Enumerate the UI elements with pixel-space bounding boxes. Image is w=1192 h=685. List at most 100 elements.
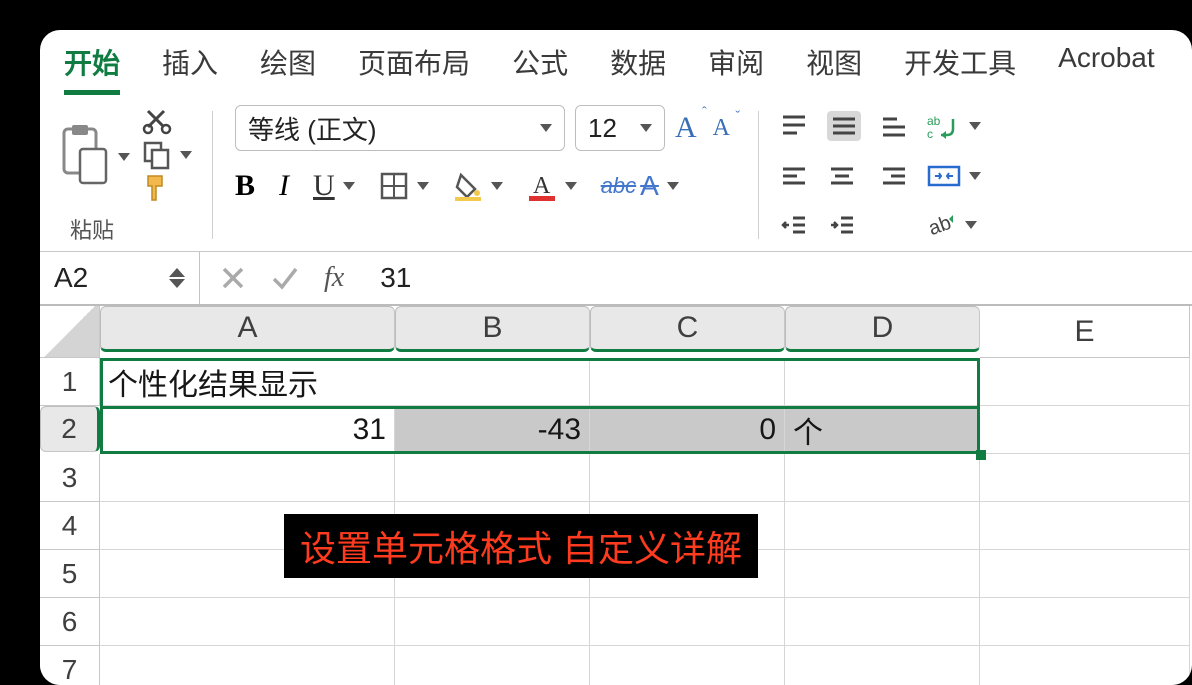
column-header-A[interactable]: A (100, 306, 395, 352)
increase-indent-button[interactable] (827, 212, 861, 238)
tab-draw[interactable]: 绘图 (260, 42, 316, 95)
cell-B2[interactable]: -43 (395, 406, 590, 454)
column-header-B[interactable]: B (395, 306, 590, 352)
copy-button[interactable] (142, 140, 192, 170)
ribbon-tabs: 开始 插入 绘图 页面布局 公式 数据 审阅 视图 开发工具 Acrobat (40, 30, 1192, 95)
cell-D2[interactable]: 个 (785, 406, 980, 454)
tab-data[interactable]: 数据 (610, 42, 666, 95)
abc-label: abc (601, 173, 636, 199)
paste-button[interactable] (54, 121, 130, 193)
decrease-indent-button[interactable] (779, 212, 809, 238)
phonetic-field-button[interactable]: abcA (601, 170, 679, 202)
cell-A1[interactable]: 个性化结果显示 (100, 358, 395, 406)
grow-font-button[interactable]: Aˆ (675, 111, 703, 145)
column-header-E[interactable]: E (980, 306, 1190, 358)
align-bottom-button[interactable] (879, 113, 909, 139)
row-header-6[interactable]: 6 (40, 598, 100, 646)
cell-E3[interactable] (980, 454, 1190, 502)
svg-text:ab: ab (927, 212, 954, 239)
cell-E6[interactable] (980, 598, 1190, 646)
cell-D1[interactable] (785, 358, 980, 406)
chevron-down-icon (565, 182, 577, 190)
clipboard-group: 粘贴 (44, 105, 202, 245)
cell-D6[interactable] (785, 598, 980, 646)
name-box-stepper[interactable] (169, 268, 185, 288)
selection-fill-handle[interactable] (976, 450, 986, 460)
cell-B1[interactable] (395, 358, 590, 406)
row-header-2[interactable]: 2 (40, 406, 100, 452)
caret-down-icon: ˇ (735, 109, 740, 125)
align-right-button[interactable] (879, 163, 909, 189)
tab-acrobat[interactable]: Acrobat (1058, 42, 1155, 95)
cell-A2[interactable]: 31 (100, 406, 395, 454)
tab-home[interactable]: 开始 (64, 42, 120, 95)
insert-function-button[interactable]: fx (324, 262, 344, 294)
align-left-button[interactable] (779, 163, 809, 189)
cancel-formula-button[interactable] (220, 265, 246, 291)
tab-developer[interactable]: 开发工具 (904, 42, 1016, 95)
cell-C3[interactable] (590, 454, 785, 502)
font-family-select[interactable]: 等线 (正文) (235, 105, 565, 151)
cell-D4[interactable] (785, 502, 980, 550)
column-header-C[interactable]: C (590, 306, 785, 352)
worksheet-grid[interactable]: A B C D E 1 个性化结果显示 2 31 -43 0 个 3 (40, 306, 1192, 685)
row-header-1[interactable]: 1 (40, 358, 100, 406)
cell-C7[interactable] (590, 646, 785, 685)
wrap-text-button[interactable]: abc (927, 113, 981, 139)
accept-formula-button[interactable] (270, 265, 300, 291)
row-header-7[interactable]: 7 (40, 646, 100, 685)
format-painter-button[interactable] (142, 170, 192, 209)
excel-window: 开始 插入 绘图 页面布局 公式 数据 审阅 视图 开发工具 Acrobat (40, 30, 1192, 685)
row-header-3[interactable]: 3 (40, 454, 100, 502)
cell-D7[interactable] (785, 646, 980, 685)
cell-C1[interactable] (590, 358, 785, 406)
cell-C2[interactable]: 0 (590, 406, 785, 454)
cell-A3[interactable] (100, 454, 395, 502)
column-header-D[interactable]: D (785, 306, 980, 352)
align-middle-button[interactable] (827, 111, 861, 141)
cell-C6[interactable] (590, 598, 785, 646)
tab-insert[interactable]: 插入 (162, 42, 218, 95)
cut-button[interactable] (142, 105, 192, 140)
orientation-button[interactable]: ab (927, 211, 981, 239)
fill-color-button[interactable] (453, 171, 503, 201)
cell-B3[interactable] (395, 454, 590, 502)
cell-D3[interactable] (785, 454, 980, 502)
merge-cells-button[interactable] (927, 163, 981, 189)
row-header-5[interactable]: 5 (40, 550, 100, 598)
name-box[interactable]: A2 (40, 252, 200, 304)
svg-text:c: c (927, 127, 933, 139)
cell-B6[interactable] (395, 598, 590, 646)
chevron-down-icon (343, 182, 355, 190)
row-header-4[interactable]: 4 (40, 502, 100, 550)
cell-D5[interactable] (785, 550, 980, 598)
select-all-corner[interactable] (40, 306, 100, 358)
italic-button[interactable]: I (279, 169, 289, 203)
cell-E2[interactable] (980, 406, 1190, 454)
cell-A6[interactable] (100, 598, 395, 646)
borders-button[interactable] (379, 171, 429, 201)
font-color-button[interactable]: A (527, 171, 577, 201)
cell-E1[interactable] (980, 358, 1190, 406)
orientation-icon: ab (927, 211, 957, 239)
font-size-value: 12 (588, 113, 617, 144)
align-top-button[interactable] (779, 113, 809, 139)
formula-input[interactable]: 31 (364, 262, 411, 294)
paintbrush-icon (142, 170, 176, 204)
font-size-select[interactable]: 12 (575, 105, 665, 151)
underline-button[interactable]: U (313, 169, 355, 203)
align-center-button[interactable] (827, 163, 861, 189)
tab-formulas[interactable]: 公式 (512, 42, 568, 95)
cell-E4[interactable] (980, 502, 1190, 550)
cell-E5[interactable] (980, 550, 1190, 598)
shrink-font-button[interactable]: Aˇ (713, 115, 736, 142)
tab-view[interactable]: 视图 (806, 42, 862, 95)
tab-review[interactable]: 审阅 (708, 42, 764, 95)
cell-A7[interactable] (100, 646, 395, 685)
cell-B7[interactable] (395, 646, 590, 685)
bold-button[interactable]: B (235, 169, 255, 203)
cell-E7[interactable] (980, 646, 1190, 685)
chevron-down-icon (491, 182, 503, 190)
name-box-value: A2 (54, 262, 88, 294)
tab-page-layout[interactable]: 页面布局 (358, 42, 470, 95)
